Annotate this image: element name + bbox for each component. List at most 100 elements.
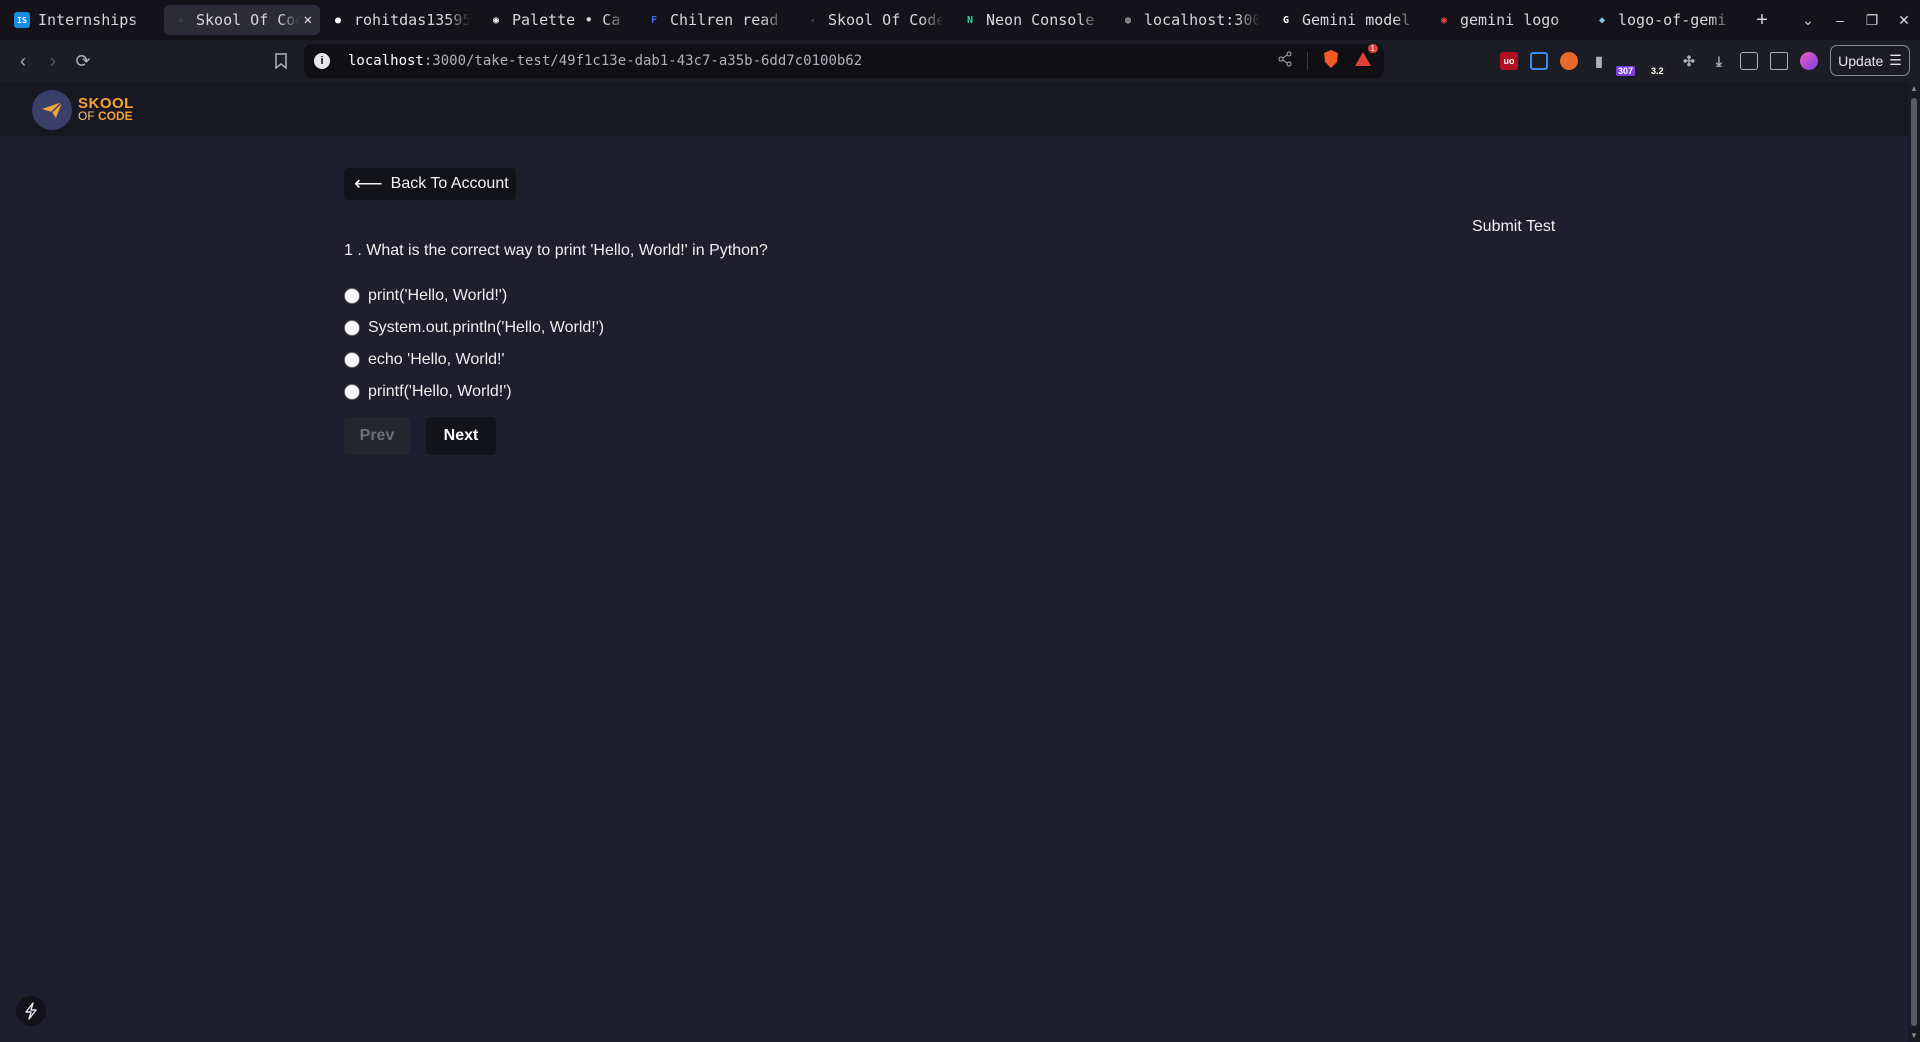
prev-button[interactable]: Prev [344, 417, 410, 455]
logo-line-code: CODE [98, 109, 133, 123]
answer-option-1[interactable]: print('Hello, World!') [344, 280, 604, 312]
paper-plane-icon [32, 90, 72, 130]
tab-label: Palette • Ca [512, 11, 621, 29]
search-icon: ◉ [1440, 14, 1448, 26]
answer-option-4[interactable]: printf('Hello, World!') [344, 376, 604, 408]
question-body: What is the correct way to print 'Hello,… [366, 242, 768, 259]
browser-tab[interactable]: F Chilren read [638, 5, 794, 35]
screen-capture-icon[interactable] [1530, 52, 1548, 70]
submit-test-button[interactable]: Submit Test [1472, 218, 1555, 236]
logo-line-of: OF [78, 109, 95, 123]
browser-tab[interactable]: IS Internships [6, 5, 162, 35]
github-copilot-icon: ◉ [492, 14, 500, 26]
github-icon: ● [334, 14, 342, 26]
browser-tab[interactable]: ◍ localhost:3000 [1112, 5, 1268, 35]
browser-tab[interactable]: ◂ Skool Of Code✕ [164, 5, 320, 35]
update-label: Update [1838, 52, 1884, 69]
tab-label: logo-of-gemi [1618, 11, 1727, 29]
url-text[interactable]: localhost:3000/take-test/49f1c13e-dab1-4… [348, 53, 862, 69]
scroll-down-icon[interactable]: ▼ [1910, 1031, 1918, 1040]
skool-of-code-logo[interactable]: SKOOL OF CODE [32, 90, 134, 130]
tab-label: Internships [38, 11, 138, 29]
download-icon[interactable]: ⤓ [1710, 52, 1728, 70]
tab-list-chevron-icon[interactable]: ⌄ [1792, 12, 1824, 29]
tab-label: Chilren read [670, 11, 779, 29]
sidebar-toggle-icon[interactable] [1740, 52, 1758, 70]
browser-tab[interactable]: ◂ Skool Of Code [796, 5, 952, 35]
tab-label: gemini logo [1460, 11, 1560, 29]
lcp-icon[interactable]: 3.2 [1650, 52, 1668, 76]
back-to-account-label: Back To Account [390, 175, 509, 192]
browser-toolbar: ‹ › ⟳ i localhost:3000/take-test/49f1c13… [0, 40, 1920, 82]
tab-label: rohitdas13595 [354, 11, 470, 29]
tab-label: Gemini model [1302, 11, 1411, 29]
tab-label: Neon Console [986, 11, 1095, 29]
question-navigation: Prev Next [344, 417, 496, 455]
tab-label: Skool Of Code [196, 11, 300, 29]
skool-of-code-icon: ◂ [808, 14, 816, 26]
share-icon[interactable] [1277, 51, 1293, 72]
back-to-account-button[interactable]: ⟵ Back To Account [344, 168, 516, 200]
question-number: 1 [344, 242, 353, 259]
wallet-icon[interactable] [1770, 52, 1788, 70]
postman-icon[interactable] [1560, 52, 1578, 70]
leo-ai-icon[interactable] [1800, 52, 1818, 70]
browser-tab[interactable]: ◆ logo-of-gemi [1586, 5, 1742, 35]
answer-option-label: System.out.println('Hello, World!') [368, 319, 605, 336]
mouse-icon[interactable]: ▮ [1590, 52, 1608, 70]
reload-icon[interactable]: ⟳ [68, 46, 98, 76]
question-text: 1 . What is the correct way to print 'He… [344, 242, 768, 259]
page-scrollbar[interactable]: ▲ ▼ [1908, 82, 1920, 1042]
tab-label: Skool Of Code [828, 11, 944, 29]
image-icon: ◆ [1598, 14, 1606, 26]
lightning-bolt-icon[interactable] [16, 996, 46, 1026]
scroll-up-icon[interactable]: ▲ [1910, 84, 1918, 93]
performance-icon[interactable]: 307 [1616, 52, 1638, 76]
answer-option-label: echo 'Hello, World!' [368, 351, 505, 368]
close-window-icon[interactable]: ✕ [1888, 12, 1920, 29]
tab-label: localhost:3000 [1144, 11, 1260, 29]
extensions-row: uo ▮ 307 3.2 ✣ ⤓ [1500, 40, 1818, 82]
ext-badge-count: 307 [1616, 66, 1636, 76]
radio-button[interactable] [344, 288, 360, 304]
minimize-icon[interactable]: – [1824, 12, 1856, 28]
answer-option-label: printf('Hello, World!') [368, 383, 512, 400]
extensions-puzzle-icon[interactable]: ✣ [1680, 52, 1698, 70]
radio-button[interactable] [344, 384, 360, 400]
arrow-left-icon: ⟵ [354, 173, 383, 195]
forward-arrow-icon[interactable]: › [38, 46, 68, 76]
address-bar[interactable]: i localhost:3000/take-test/49f1c13e-dab1… [304, 43, 1384, 78]
close-tab-icon[interactable]: ✕ [304, 12, 312, 28]
new-tab-button[interactable]: + [1748, 6, 1776, 34]
browser-tabstrip: ISInternships◂Skool Of Code✕●rohitdas135… [0, 0, 1920, 40]
form-icon: F [650, 14, 658, 26]
radio-button[interactable] [344, 320, 360, 336]
app-header: SKOOL OF CODE [0, 82, 1908, 136]
google-icon: G [1282, 14, 1290, 26]
back-arrow-icon[interactable]: ‹ [8, 46, 38, 76]
answer-options: print('Hello, World!') System.out.printl… [344, 280, 604, 408]
site-info-icon[interactable]: i [314, 53, 330, 69]
internshala-icon: IS [14, 12, 30, 28]
logo-text: SKOOL OF CODE [78, 96, 134, 123]
browser-tab[interactable]: ◉ gemini logo [1428, 5, 1584, 35]
browser-tab[interactable]: ● rohitdas13595 [322, 5, 478, 35]
browser-tab[interactable]: G Gemini model [1270, 5, 1426, 35]
browser-tab[interactable]: N Neon Console [954, 5, 1110, 35]
brave-rewards-icon[interactable]: 1 [1354, 43, 1378, 73]
scrollbar-thumb[interactable] [1911, 98, 1917, 1026]
brave-shields-icon[interactable] [1322, 49, 1340, 74]
browser-tab[interactable]: ◉ Palette • Ca [480, 5, 636, 35]
globe-icon: ◍ [1124, 14, 1132, 26]
restore-icon[interactable]: ❐ [1856, 12, 1888, 29]
next-button[interactable]: Next [426, 417, 496, 455]
update-button[interactable]: Update ☰ [1830, 45, 1910, 76]
bookmark-icon[interactable] [266, 46, 296, 76]
radio-button[interactable] [344, 352, 360, 368]
ublock-icon[interactable]: uo [1500, 52, 1518, 70]
menu-icon: ☰ [1889, 52, 1902, 68]
skool-of-code-icon: ◂ [176, 14, 184, 26]
rewards-badge: 1 [1367, 43, 1378, 53]
answer-option-3[interactable]: echo 'Hello, World!' [344, 344, 604, 376]
answer-option-2[interactable]: System.out.println('Hello, World!') [344, 312, 604, 344]
